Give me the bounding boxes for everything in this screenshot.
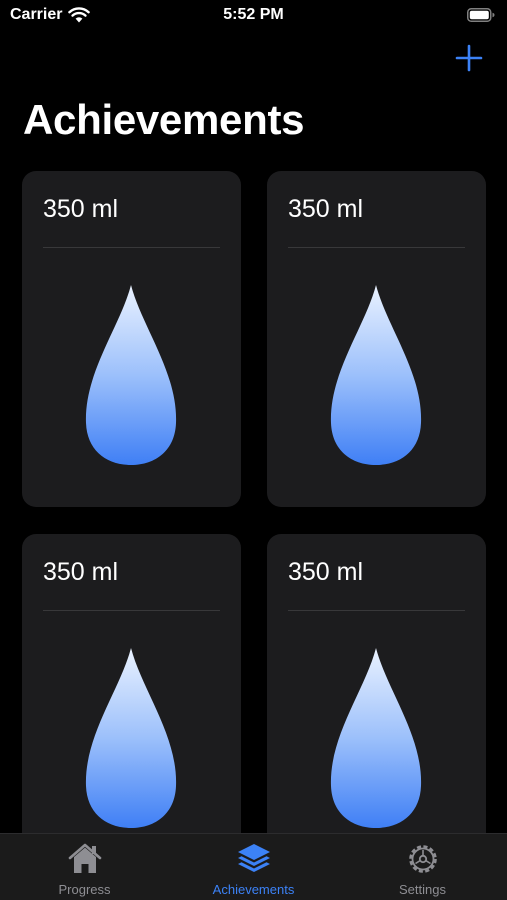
tab-label: Progress [58, 882, 111, 897]
water-drop-icon [85, 285, 177, 465]
house-icon [68, 843, 101, 873]
achievement-card[interactable]: 350 ml [267, 534, 486, 870]
achievement-card[interactable]: 350 ml [22, 534, 241, 870]
gear-icon [408, 845, 437, 873]
page-title: Achievements [23, 96, 305, 143]
achievement-card[interactable]: 350 ml [22, 171, 241, 507]
add-button[interactable] [455, 44, 483, 72]
card-amount: 350 ml [43, 558, 119, 586]
status-bar: Carrier 5:52 PM [0, 0, 507, 32]
achievements-screen: Carrier 5:52 PM Achievements 350 ml 350 … [0, 0, 507, 900]
status-time: 5:52 PM [223, 6, 284, 23]
tab-bar: Progress Achievements Settings [0, 833, 507, 900]
stack-icon [237, 844, 270, 872]
tab-label: Achievements [212, 882, 295, 897]
card-amount: 350 ml [288, 558, 364, 586]
tab-achievements[interactable]: Achievements [169, 834, 338, 900]
card-divider [43, 610, 220, 611]
card-amount: 350 ml [43, 195, 119, 223]
card-amount: 350 ml [288, 195, 364, 223]
tab-settings[interactable]: Settings [338, 834, 507, 900]
tab-label: Settings [399, 882, 446, 897]
plus-icon [455, 44, 483, 72]
water-drop-icon [85, 648, 177, 828]
tab-progress[interactable]: Progress [0, 834, 169, 900]
card-divider [288, 610, 465, 611]
achievement-card[interactable]: 350 ml [267, 171, 486, 507]
battery-icon [467, 8, 495, 22]
card-divider [288, 247, 465, 248]
water-drop-icon [330, 285, 422, 465]
card-divider [43, 247, 220, 248]
water-drop-icon [330, 648, 422, 828]
